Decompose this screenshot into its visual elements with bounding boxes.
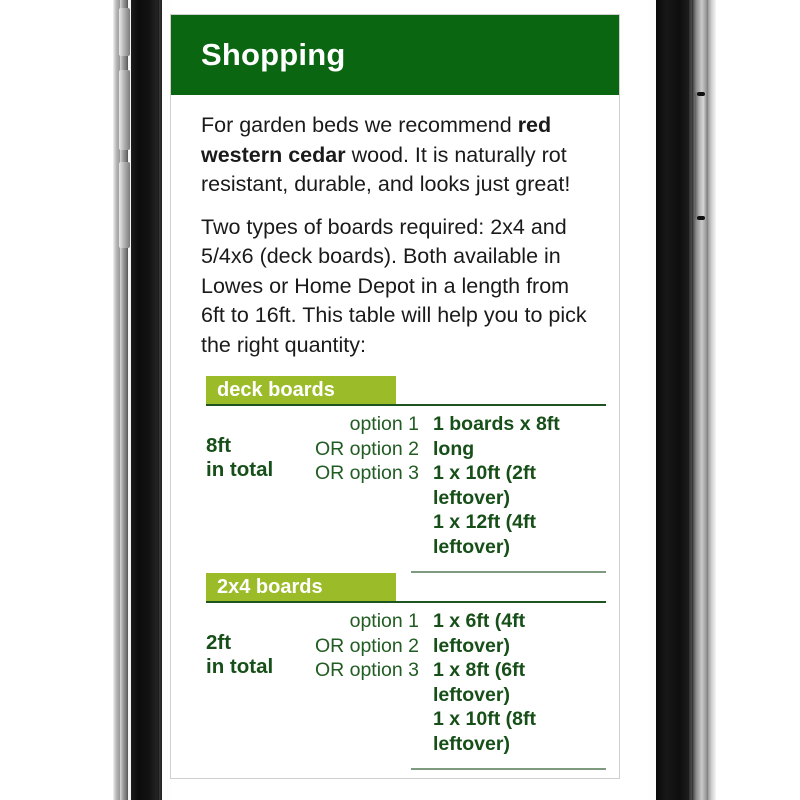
table-block-header: 2x4 boards	[206, 573, 606, 603]
table-option-values: 1 boards x 8ft long 1 x 10ft (2ft leftov…	[419, 412, 606, 559]
table-rule-dark	[206, 601, 606, 603]
phone-right-shadow	[708, 0, 716, 800]
app-header: Shopping	[171, 15, 619, 95]
table-row: 1 x 12ft (4ft leftover)	[433, 511, 536, 558]
table-row: 1 x 10ft (2ft leftover)	[433, 462, 536, 509]
table-option-labels: option 1 OR option 2 OR option 3	[314, 609, 419, 756]
table-option-labels: option 1 OR option 2 OR option 3	[314, 412, 419, 559]
phone-right-body	[656, 0, 690, 800]
table-total-cell: 2ft in total	[206, 609, 314, 756]
table-row: 1 x 6ft (4ft leftover)	[433, 610, 526, 657]
table-total-cell: 8ft in total	[206, 412, 314, 559]
table-block-tag: 2x4 boards	[206, 573, 396, 601]
table-row: OR option 3	[314, 462, 419, 484]
app-content: For garden beds we recommend red western…	[171, 95, 619, 778]
table-total-unit: in total	[206, 458, 274, 481]
table-total-amount: 2ft	[206, 631, 232, 654]
table-total-unit: in total	[206, 655, 274, 678]
mute-switch-button[interactable]	[119, 8, 130, 56]
table-block-tag: deck boards	[206, 376, 396, 404]
phone-right-edge	[648, 0, 720, 800]
table-row: 1 boards x 8ft long	[433, 413, 560, 460]
table-rule-dark	[206, 404, 606, 406]
phone-left-body	[131, 0, 161, 800]
table-block-rows: 2ft in total option 1 OR option 2 OR opt…	[206, 603, 606, 756]
table-option-values: 1 x 6ft (4ft leftover) 1 x 8ft (6ft left…	[419, 609, 606, 756]
table-rule-light	[411, 768, 606, 770]
screenshot-root: Shopping For garden beds we recommend re…	[0, 0, 800, 800]
table-block-deck-boards: deck boards 8ft in total option 1 OR opt…	[206, 376, 606, 573]
table-row: OR option 3	[314, 659, 419, 681]
table-row: option 1	[349, 610, 419, 632]
paragraph-board-types: Two types of boards required: 2x4 and 5/…	[201, 213, 591, 361]
text-run: Two types of boards required: 2x4 and 5/…	[201, 214, 587, 357]
table-row: 1 x 8ft (6ft leftover)	[433, 659, 526, 706]
table-row: OR option 2	[314, 634, 419, 657]
table-row: 1 x 10ft (8ft leftover)	[433, 708, 536, 755]
paragraph-recommendation: For garden beds we recommend red western…	[201, 111, 591, 200]
phone-right-inner-white	[648, 0, 656, 800]
table-row: option 1	[349, 413, 419, 435]
app-screen: Shopping For garden beds we recommend re…	[170, 14, 620, 779]
table-block-separator	[206, 756, 606, 770]
table-block-separator	[206, 559, 606, 573]
volume-up-button[interactable]	[119, 70, 130, 150]
phone-left-edge	[113, 0, 173, 800]
text-run: For garden beds we recommend	[201, 113, 518, 137]
table-block-header: deck boards	[206, 376, 606, 406]
page-title: Shopping	[201, 37, 346, 72]
power-button[interactable]	[695, 92, 707, 220]
table-block-rows: 8ft in total option 1 OR option 2 OR opt…	[206, 406, 606, 559]
table-block-2x4-boards: 2x4 boards 2ft in total option 1 OR opti…	[206, 573, 606, 770]
volume-down-button[interactable]	[119, 162, 130, 248]
boards-quantity-table: deck boards 8ft in total option 1 OR opt…	[206, 376, 606, 770]
table-total-amount: 8ft	[206, 434, 232, 457]
table-row: OR option 2	[314, 437, 419, 460]
